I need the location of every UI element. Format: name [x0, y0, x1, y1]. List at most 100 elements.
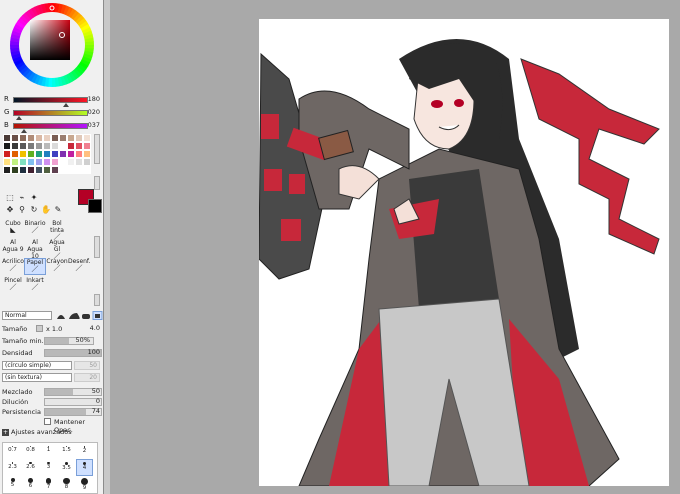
color-swatch[interactable] — [83, 142, 91, 150]
color-swatch[interactable] — [19, 142, 27, 150]
color-swatch[interactable] — [43, 158, 51, 166]
color-swatch[interactable] — [11, 150, 19, 158]
brush-inkart[interactable]: Inkart ／ — [24, 277, 46, 294]
color-swatch[interactable] — [43, 166, 51, 174]
color-swatch[interactable] — [43, 134, 51, 142]
blue-slider[interactable]: B 037 — [2, 121, 102, 133]
color-swatch[interactable] — [59, 158, 67, 166]
shape-select[interactable]: (círculo simple) — [2, 361, 72, 370]
color-swatch[interactable] — [3, 142, 11, 150]
color-swatch[interactable] — [75, 158, 83, 166]
color-swatch[interactable] — [75, 134, 83, 142]
dilution-bar[interactable] — [44, 398, 102, 406]
color-swatch[interactable] — [27, 142, 35, 150]
color-swatch[interactable] — [11, 166, 19, 174]
brush-al-agua-9[interactable]: Al Agua 9 — [2, 239, 24, 256]
red-caret[interactable] — [62, 103, 69, 107]
brush-pincel[interactable]: Pincel ／ — [2, 277, 24, 294]
brush-cubo[interactable]: Cubo ◣ — [2, 220, 24, 237]
color-swatch[interactable] — [75, 166, 83, 174]
color-swatch[interactable] — [3, 158, 11, 166]
green-bar[interactable] — [13, 110, 88, 116]
color-swatch[interactable] — [67, 166, 75, 174]
brush-acrilico[interactable]: Acrilico ／ — [2, 258, 24, 275]
color-swatch[interactable] — [19, 150, 27, 158]
color-swatch[interactable] — [59, 150, 67, 158]
brush-size-cell[interactable]: 4 — [76, 459, 93, 476]
blend-row[interactable]: Mezclado 50 — [2, 387, 102, 397]
color-swatch[interactable] — [27, 150, 35, 158]
wand-icon[interactable]: ✦ — [29, 193, 39, 203]
brush-agua-gl[interactable]: Agua Gl ／ — [46, 239, 68, 260]
dilution-row[interactable]: Dilución 0 — [2, 397, 102, 407]
color-swatch[interactable] — [35, 150, 43, 158]
color-swatch[interactable] — [51, 134, 59, 142]
color-swatch[interactable] — [59, 134, 67, 142]
panel-divider[interactable] — [104, 0, 110, 494]
green-slider[interactable]: G 020 — [2, 108, 102, 120]
min-size-row[interactable]: Tamaño min. 50% — [2, 336, 102, 346]
color-swatch[interactable] — [3, 150, 11, 158]
color-swatch[interactable] — [35, 166, 43, 174]
color-swatch[interactable] — [83, 150, 91, 158]
rotate-icon[interactable]: ↻ — [29, 205, 39, 215]
lasso-icon[interactable]: ⌁ — [17, 193, 27, 203]
green-caret[interactable] — [15, 116, 22, 120]
color-swatch[interactable] — [75, 150, 83, 158]
color-swatch[interactable] — [3, 134, 11, 142]
brush-size-cell[interactable]: 2.3 — [5, 460, 20, 475]
color-swatch[interactable] — [51, 166, 59, 174]
brush-binario[interactable]: Binario ／ — [24, 220, 46, 237]
swatch-scrollbar[interactable] — [94, 134, 100, 164]
color-swatch[interactable] — [11, 134, 19, 142]
color-swatch[interactable] — [51, 158, 59, 166]
color-swatch[interactable] — [27, 166, 35, 174]
color-swatch[interactable] — [43, 150, 51, 158]
brush-desenf[interactable]: Desenf. ／ — [68, 258, 91, 275]
color-swatch[interactable] — [67, 134, 75, 142]
color-swatch[interactable] — [67, 158, 75, 166]
brush-size-cell[interactable]: 1.5 — [59, 444, 74, 459]
brush-size-cell[interactable]: 7 — [41, 476, 56, 491]
blue-caret[interactable] — [20, 129, 27, 133]
swatch-scrollbar-lower[interactable] — [94, 176, 100, 190]
brush-size-cell[interactable]: 2.6 — [23, 460, 38, 475]
brush-al-agua-10[interactable]: Al Agua 10 — [24, 239, 46, 260]
color-swatch[interactable] — [83, 134, 91, 142]
color-swatch[interactable] — [51, 142, 59, 150]
brush-size-cell[interactable]: 9 — [77, 476, 92, 491]
eyedropper-icon[interactable]: ✎ — [53, 205, 63, 215]
color-swatch[interactable] — [35, 158, 43, 166]
brush-bol-tinta[interactable]: Bol tinta ／ — [46, 220, 68, 241]
color-swatch[interactable] — [35, 134, 43, 142]
hand-icon[interactable]: ✋ — [41, 205, 51, 215]
brush-size-cell[interactable]: 2 — [77, 444, 92, 459]
brush-shape-buttons[interactable] — [55, 311, 103, 320]
color-swatch[interactable] — [35, 142, 43, 150]
brush-size-cell[interactable]: 0.7 — [5, 444, 20, 459]
zoom-icon[interactable]: ⚲ — [17, 205, 27, 215]
size-row[interactable]: Tamaño x 1.0 4.0 — [2, 324, 102, 334]
advanced-settings-label[interactable]: Ajustes avanzados — [11, 428, 72, 436]
brush-crayon[interactable]: Crayon ／ — [46, 258, 68, 275]
size-multiplier-button[interactable] — [36, 325, 43, 332]
blend-mode-select[interactable]: Normal — [2, 311, 52, 320]
brush-size-cell[interactable]: 8 — [59, 476, 74, 491]
color-swatch[interactable] — [3, 166, 11, 174]
color-swatch[interactable] — [67, 142, 75, 150]
color-swatch[interactable] — [11, 142, 19, 150]
background-color[interactable] — [88, 199, 102, 213]
color-swatch[interactable] — [43, 142, 51, 150]
color-swatch[interactable] — [19, 166, 27, 174]
brush-size-cell[interactable]: 1 — [41, 444, 56, 459]
color-swatch[interactable] — [27, 158, 35, 166]
color-wheel[interactable] — [5, 2, 99, 88]
red-bar[interactable] — [13, 97, 88, 103]
brush-scrollbar[interactable] — [94, 236, 100, 258]
drawing-canvas[interactable] — [259, 19, 669, 486]
color-swatch[interactable] — [67, 150, 75, 158]
brush-papel[interactable]: Papel ／ — [24, 258, 46, 275]
brush-scrollbar-lower[interactable] — [94, 294, 100, 306]
brush-size-cell[interactable]: 0.8 — [23, 444, 38, 459]
color-swatch[interactable] — [83, 158, 91, 166]
